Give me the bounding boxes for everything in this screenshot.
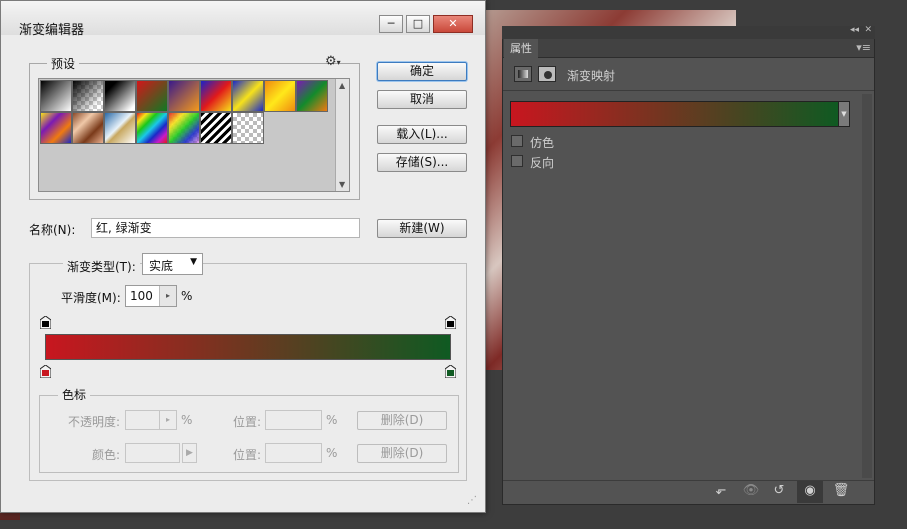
visibility-toggle[interactable]: ◉ <box>797 481 823 503</box>
preset-swatch[interactable] <box>200 80 232 112</box>
smoothness-unit: % <box>181 289 193 303</box>
scroll-down-icon[interactable]: ▼ <box>339 180 345 189</box>
clip-to-layer-icon[interactable]: ⬐ <box>710 481 732 501</box>
slider-arrow-icon[interactable]: ▸ <box>159 411 176 429</box>
scroll-up-icon[interactable]: ▲ <box>339 81 345 90</box>
color-stops-legend: 色标 <box>58 386 91 403</box>
name-label: 名称(N): <box>29 223 76 237</box>
close-button[interactable]: ✕ <box>433 15 473 33</box>
tab-properties[interactable]: 属性 <box>504 39 538 59</box>
ok-button[interactable]: 确定 <box>377 62 467 81</box>
opacity-location-unit: % <box>326 413 338 427</box>
preset-swatch[interactable] <box>72 112 104 144</box>
color-label: 颜色: <box>92 448 121 462</box>
preset-swatch[interactable] <box>40 80 72 112</box>
color-stop-right[interactable] <box>444 364 457 379</box>
gradient-editor-dialog: 渐变编辑器 ─ □ ✕ 预设 ⚙▾ ▲ ▼ 确定 取消 载入(L)... 存储(… <box>0 0 486 513</box>
presets-scrollbar[interactable]: ▲ ▼ <box>335 79 349 191</box>
slider-arrow-icon[interactable]: ▸ <box>159 286 176 306</box>
opacity-location-input[interactable] <box>265 410 322 430</box>
panel-scrollbar[interactable] <box>862 94 872 478</box>
preset-swatch[interactable] <box>136 80 168 112</box>
reset-icon[interactable]: ↺ <box>768 481 790 501</box>
preset-swatch[interactable] <box>136 112 168 144</box>
reverse-checkbox[interactable] <box>511 155 523 167</box>
gradient-map-preview[interactable] <box>510 101 839 127</box>
view-previous-state-icon[interactable]: 👁 <box>740 481 762 501</box>
preset-swatch[interactable] <box>200 112 232 144</box>
stop-opacity-input[interactable]: ▸ <box>125 410 177 430</box>
color-arrow-icon[interactable]: ▶ <box>182 443 197 463</box>
preset-swatch[interactable] <box>104 112 136 144</box>
opacity-label: 不透明度: <box>68 415 121 429</box>
smoothness-input[interactable]: 100 ▸ <box>125 285 177 307</box>
preset-swatch[interactable] <box>296 80 328 112</box>
panel-divider <box>503 90 874 91</box>
maximize-button[interactable]: □ <box>406 15 430 33</box>
preset-swatch[interactable] <box>232 80 264 112</box>
gradient-name-input[interactable]: 红, 绿渐变 <box>91 218 360 238</box>
preset-swatch[interactable] <box>168 112 200 144</box>
gradient-picker-chevron-icon[interactable]: ▼ <box>838 101 850 127</box>
preset-swatch[interactable] <box>168 80 200 112</box>
dither-label: 仿色 <box>530 136 555 150</box>
reverse-label: 反向 <box>530 156 555 170</box>
close-panel-icon[interactable]: ✕ <box>864 25 872 35</box>
adjustment-title: 渐变映射 <box>567 69 616 83</box>
color-location-input[interactable] <box>265 443 322 463</box>
delete-color-stop-button[interactable]: 删除(D) <box>357 444 447 463</box>
presets-grid <box>38 78 350 192</box>
collapse-panel-icon[interactable]: ◂◂ <box>850 25 859 35</box>
smoothness-label: 平滑度(M): <box>61 291 121 305</box>
load-button[interactable]: 载入(L)... <box>377 125 467 144</box>
dither-checkbox[interactable] <box>511 135 523 147</box>
opacity-unit: % <box>181 413 193 427</box>
resize-grip-icon[interactable]: ⋰ <box>467 495 477 506</box>
panel-tab-row: ▾≡ <box>503 39 874 58</box>
gradient-type-label: 渐变类型(T): <box>63 258 140 275</box>
cancel-button[interactable]: 取消 <box>377 90 467 109</box>
adjustment-layer-icon[interactable] <box>514 66 532 82</box>
gradient-type-select[interactable]: 实底 ▼ <box>142 253 203 275</box>
save-button[interactable]: 存储(S)... <box>377 153 467 172</box>
presets-legend: 预设 <box>47 55 80 72</box>
new-button[interactable]: 新建(W) <box>377 219 467 238</box>
preset-swatch[interactable] <box>264 80 296 112</box>
visibility-icon: ◉ <box>804 483 816 498</box>
color-stop-left[interactable] <box>39 364 52 379</box>
stop-color-swatch[interactable] <box>125 443 180 463</box>
properties-panel <box>502 26 875 505</box>
gradient-preview-bar[interactable] <box>45 334 451 360</box>
opacity-stop-right[interactable] <box>444 315 457 330</box>
preset-swatch[interactable] <box>40 112 72 144</box>
minimize-button[interactable]: ─ <box>379 15 403 33</box>
preset-swatch[interactable] <box>72 80 104 112</box>
panel-menu-icon[interactable]: ▾≡ <box>856 41 871 54</box>
color-location-label: 位置: <box>233 448 262 462</box>
preset-swatch[interactable] <box>104 80 136 112</box>
layer-mask-icon[interactable] <box>538 66 556 82</box>
color-location-unit: % <box>326 446 338 460</box>
dialog-title: 渐变编辑器 <box>19 23 85 38</box>
gear-icon[interactable]: ⚙▾ <box>325 54 341 69</box>
opacity-location-label: 位置: <box>233 415 262 429</box>
delete-icon[interactable]: 🗑 <box>830 481 852 501</box>
chevron-down-icon: ▼ <box>190 257 197 267</box>
opacity-stop-left[interactable] <box>39 315 52 330</box>
preset-swatch[interactable] <box>232 112 264 144</box>
delete-opacity-stop-button[interactable]: 删除(D) <box>357 411 447 430</box>
panel-topbar[interactable]: ◂◂ ✕ <box>502 25 875 39</box>
